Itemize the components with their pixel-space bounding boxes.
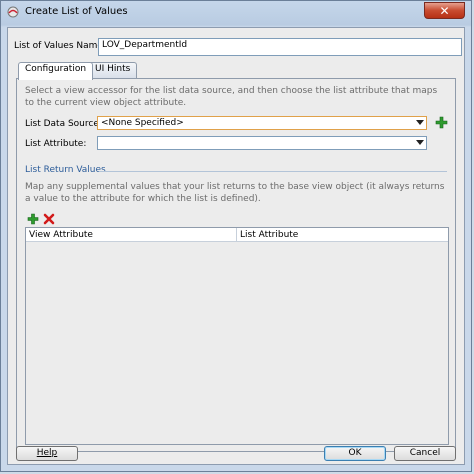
cancel-button[interactable]: Cancel bbox=[394, 446, 456, 461]
lov-name-input[interactable]: LOV_DepartmentId bbox=[98, 38, 462, 56]
tab-configuration[interactable]: Configuration bbox=[18, 62, 94, 80]
window-title: Create List of Values bbox=[25, 6, 128, 17]
ok-button[interactable]: OK bbox=[324, 446, 386, 461]
dialog-window: Create List of Values ✕ List of Values N… bbox=[0, 0, 472, 472]
column-separator[interactable] bbox=[236, 228, 237, 241]
list-data-source-select[interactable]: <None Specified> bbox=[97, 116, 427, 130]
lov-name-label: List of Values Name: bbox=[14, 41, 106, 51]
help-button-label: Help bbox=[36, 448, 58, 458]
close-button[interactable]: ✕ bbox=[424, 2, 465, 19]
app-icon bbox=[7, 6, 19, 18]
list-data-source-label: List Data Source: bbox=[25, 119, 102, 129]
list-attribute-label: List Attribute: bbox=[25, 139, 87, 149]
help-button[interactable]: Help bbox=[16, 446, 78, 461]
dialog-body: List of Values Name: LOV_DepartmentId Co… bbox=[7, 27, 465, 465]
tab-ui-hints[interactable]: UI Hints bbox=[88, 62, 138, 79]
chevron-down-icon bbox=[416, 120, 424, 125]
column-header-list-attribute[interactable]: List Attribute bbox=[240, 230, 298, 240]
list-data-source-value: <None Specified> bbox=[101, 118, 184, 128]
return-values-description: Map any supplemental values that your li… bbox=[25, 182, 445, 204]
close-icon: ✕ bbox=[439, 4, 450, 18]
delete-icon[interactable] bbox=[43, 213, 55, 225]
chevron-down-icon bbox=[416, 140, 424, 145]
return-values-title: List Return Values bbox=[25, 165, 106, 175]
configuration-description: Select a view accessor for the list data… bbox=[25, 86, 438, 108]
return-values-table: View Attribute List Attribute bbox=[25, 227, 449, 445]
configuration-panel: Select a view accessor for the list data… bbox=[16, 78, 456, 452]
column-header-view-attribute[interactable]: View Attribute bbox=[29, 230, 93, 240]
title-bar[interactable]: Create List of Values ✕ bbox=[1, 1, 471, 25]
section-divider bbox=[99, 171, 447, 172]
list-attribute-select[interactable] bbox=[97, 136, 427, 150]
add-data-source-icon[interactable] bbox=[435, 116, 448, 129]
table-header: View Attribute List Attribute bbox=[26, 228, 448, 242]
add-icon[interactable] bbox=[27, 213, 39, 225]
